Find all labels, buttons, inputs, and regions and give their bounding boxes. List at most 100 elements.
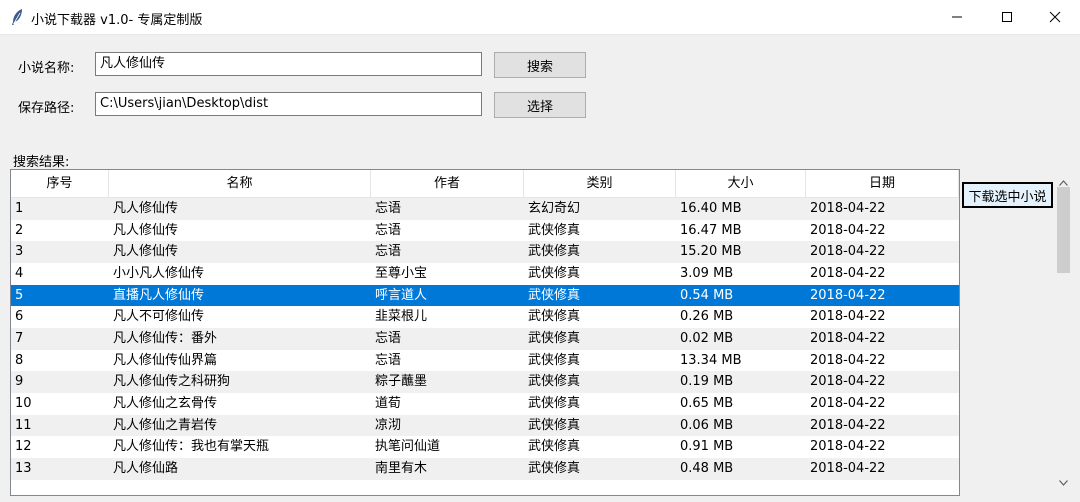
- table-cell: 武侠修真: [528, 352, 581, 368]
- table-cell: 1: [15, 201, 24, 216]
- table-cell: 小小凡人修仙传: [113, 265, 205, 281]
- table-cell: 忘语: [375, 244, 402, 260]
- table-cell: 武侠修真: [528, 222, 581, 238]
- table-cell: 至尊小宝: [375, 265, 428, 281]
- table-row[interactable]: 4 小小凡人修仙传 至尊小宝 武侠修真 3.09 MB 2018-04-22: [11, 263, 959, 285]
- table-header: 序号 名称 作者 类别 大小 日期: [11, 170, 959, 198]
- results-table[interactable]: 序号 名称 作者 类别 大小 日期 1 凡人修仙传 忘语 玄幻奇幻 16.40 MB 20…: [10, 169, 960, 496]
- table-cell: 粽子蘸墨: [375, 374, 428, 390]
- table-row[interactable]: 3 凡人修仙传 忘语 武侠修真 15.20 MB 2018-04-22: [11, 241, 959, 263]
- table-cell: 2018-04-22: [810, 352, 886, 368]
- table-cell: 16.47 MB: [680, 222, 742, 238]
- save-path-label: 保存路径:: [18, 101, 75, 116]
- table-cell: 韭菜根儿: [375, 309, 428, 325]
- column-header[interactable]: 序号: [11, 170, 109, 197]
- table-cell: 南里有木: [375, 460, 428, 476]
- table-cell: 凡人修仙传：我也有掌天瓶: [113, 439, 270, 455]
- table-row[interactable]: 7 凡人修仙传：番外 忘语 武侠修真 0.02 MB 2018-04-22: [11, 327, 959, 350]
- table-cell: 武侠修真: [528, 439, 581, 455]
- close-icon: [1049, 11, 1061, 23]
- vertical-scrollbar[interactable]: [1055, 169, 1072, 496]
- table-cell: 13: [15, 460, 32, 476]
- table-cell: 0.26 MB: [680, 309, 734, 325]
- table-cell: 凡人不可修仙传: [113, 309, 205, 325]
- table-cell: 忘语: [375, 330, 402, 346]
- table-cell: 2018-04-22: [810, 309, 886, 325]
- download-selected-button[interactable]: 下载选中小说: [962, 182, 1053, 208]
- table-cell: 2018-04-22: [810, 201, 886, 216]
- table-cell: 10: [15, 395, 32, 411]
- table-cell: 武侠修真: [528, 265, 581, 281]
- column-header[interactable]: 大小: [676, 170, 806, 197]
- table-cell: 武侠修真: [528, 330, 581, 346]
- table-cell: 玄幻奇幻: [528, 201, 581, 216]
- window-title: 小说下载器 v1.0- 专属定制版: [31, 13, 203, 28]
- table-cell: 呼言道人: [375, 287, 428, 303]
- table-cell: 11: [15, 417, 32, 433]
- table-cell: 2: [15, 222, 24, 238]
- table-cell: 2018-04-22: [810, 417, 886, 433]
- table-cell: 凡人修仙传之科研狗: [113, 374, 231, 390]
- table-cell: 2018-04-22: [810, 244, 886, 260]
- close-button[interactable]: [1030, 0, 1080, 34]
- title-bar[interactable]: 小说下载器 v1.0- 专属定制版: [0, 0, 1080, 35]
- table-cell: 0.02 MB: [680, 330, 734, 346]
- feather-icon: [10, 8, 24, 26]
- table-cell: 2018-04-22: [810, 439, 886, 455]
- novel-name-input[interactable]: 凡人修仙传: [95, 52, 482, 76]
- column-header[interactable]: 类别: [524, 170, 676, 197]
- table-cell: 忘语: [375, 222, 402, 238]
- table-cell: 武侠修真: [528, 417, 581, 433]
- table-cell: 12: [15, 439, 32, 455]
- table-cell: 凡人修仙传: [113, 222, 179, 238]
- table-row[interactable]: 5 直播凡人修仙传 呼言道人 武侠修真 0.54 MB 2018-04-22: [11, 284, 959, 307]
- table-cell: 直播凡人修仙传: [113, 287, 205, 303]
- table-row[interactable]: 11 凡人修仙之青岩传 凉沏 武侠修真 0.06 MB 2018-04-22: [11, 414, 959, 437]
- scroll-down-icon[interactable]: [1059, 475, 1068, 490]
- scrollbar-thumb[interactable]: [1057, 187, 1070, 273]
- table-cell: 凡人修仙之青岩传: [113, 417, 218, 433]
- table-cell: 6: [15, 309, 24, 325]
- table-cell: 0.91 MB: [680, 439, 734, 455]
- minimize-icon: [951, 11, 963, 23]
- table-row[interactable]: 6 凡人不可修仙传 韭菜根儿 武侠修真 0.26 MB 2018-04-22: [11, 306, 959, 328]
- table-cell: 武侠修真: [528, 374, 581, 390]
- table-row[interactable]: 2 凡人修仙传 忘语 武侠修真 16.47 MB 2018-04-22: [11, 220, 959, 242]
- table-row[interactable]: 1 凡人修仙传 忘语 玄幻奇幻 16.40 MB 2018-04-22: [11, 198, 959, 220]
- table-cell: 9: [15, 374, 24, 390]
- table-row[interactable]: 12 凡人修仙传：我也有掌天瓶 执笔问仙道 武侠修真 0.91 MB 2018-04-22: [11, 436, 959, 458]
- table-row[interactable]: 9 凡人修仙传之科研狗 粽子蘸墨 武侠修真 0.19 MB 2018-04-22: [11, 371, 959, 393]
- table-cell: 0.19 MB: [680, 374, 734, 390]
- table-body: 1 凡人修仙传 忘语 玄幻奇幻 16.40 MB 2018-04-22 2 凡人修仙传 忘语 武侠…: [11, 198, 959, 480]
- table-cell: 凡人修仙传：番外: [113, 330, 218, 346]
- table-cell: 4: [15, 265, 24, 281]
- maximize-button[interactable]: [982, 0, 1032, 34]
- table-cell: 0.54 MB: [680, 287, 734, 303]
- table-cell: 凡人修仙传仙界篇: [113, 352, 218, 368]
- maximize-icon: [1001, 11, 1013, 23]
- table-row[interactable]: 13 凡人修仙路 南里有木 武侠修真 0.48 MB 2018-04-22: [11, 457, 959, 480]
- table-row[interactable]: 10 凡人修仙之玄骨传 道荀 武侠修真 0.65 MB 2018-04-22: [11, 393, 959, 415]
- choose-path-button[interactable]: 选择: [494, 92, 586, 118]
- table-cell: 0.48 MB: [680, 460, 734, 476]
- table-row[interactable]: 8 凡人修仙传仙界篇 忘语 武侠修真 13.34 MB 2018-04-22: [11, 350, 959, 372]
- table-cell: 16.40 MB: [680, 201, 742, 216]
- results-label: 搜索结果:: [13, 155, 70, 170]
- table-cell: 13.34 MB: [680, 352, 742, 368]
- table-cell: 3: [15, 244, 24, 260]
- table-cell: 2018-04-22: [810, 395, 886, 411]
- column-header[interactable]: 作者: [371, 170, 524, 197]
- table-cell: 忘语: [375, 352, 402, 368]
- table-cell: 凡人修仙路: [113, 460, 179, 476]
- table-cell: 2018-04-22: [810, 374, 886, 390]
- minimize-button[interactable]: [932, 0, 982, 34]
- column-header[interactable]: 名称: [109, 170, 371, 197]
- table-cell: 凡人修仙传: [113, 244, 179, 260]
- novel-name-label: 小说名称:: [18, 61, 75, 76]
- table-cell: 7: [15, 330, 24, 346]
- search-button[interactable]: 搜索: [494, 52, 586, 78]
- table-cell: 武侠修真: [528, 287, 581, 303]
- column-header[interactable]: 日期: [806, 170, 959, 197]
- save-path-input[interactable]: C:\Users\jian\Desktop\dist: [95, 92, 482, 116]
- table-cell: 0.65 MB: [680, 395, 734, 411]
